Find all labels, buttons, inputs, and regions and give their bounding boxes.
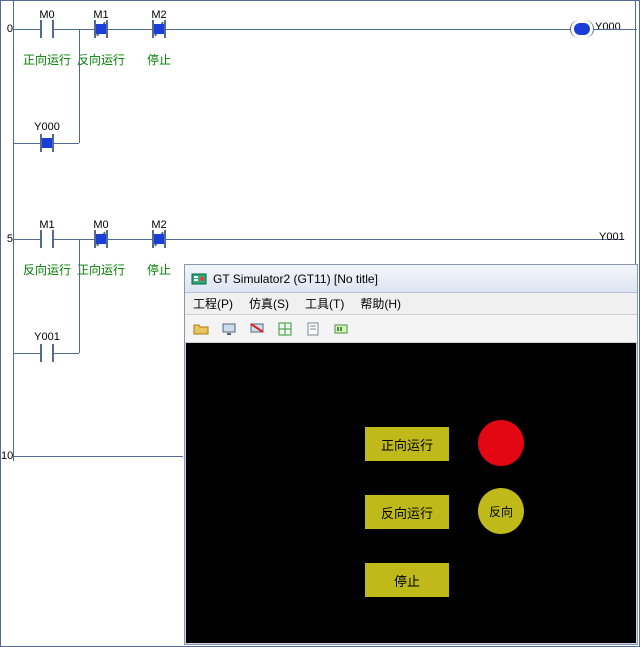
device-label: M0: [39, 9, 54, 21]
device-label: M2: [151, 219, 166, 231]
stop-monitor-icon[interactable]: [247, 319, 267, 339]
coil-label: Y001: [599, 231, 625, 243]
wire: [13, 353, 40, 354]
rung-number: 0: [1, 23, 13, 35]
device-icon[interactable]: [331, 319, 351, 339]
coil-label: Y000: [595, 21, 621, 33]
wire: [79, 29, 80, 143]
contact-no[interactable]: [40, 134, 54, 152]
open-icon[interactable]: [191, 319, 211, 339]
menu-tools[interactable]: 工具(T): [305, 295, 344, 312]
wire: [166, 29, 570, 30]
device-label: M1: [93, 9, 108, 21]
wire: [13, 29, 14, 143]
hmi-forward-button[interactable]: 正向运行: [364, 426, 450, 462]
menubar: 工程(P) 仿真(S) 工具(T) 帮助(H): [185, 293, 637, 315]
contact-no[interactable]: [40, 344, 54, 362]
contact-nc[interactable]: [152, 230, 166, 248]
sheet-icon[interactable]: [303, 319, 323, 339]
comment: 正向运行: [23, 51, 71, 68]
wire: [108, 29, 152, 30]
contact-no[interactable]: [40, 20, 54, 38]
hmi-stop-button[interactable]: 停止: [364, 562, 450, 598]
device-label: M2: [151, 9, 166, 21]
menu-help[interactable]: 帮助(H): [360, 295, 401, 312]
wire: [594, 29, 637, 30]
device-label: M0: [93, 219, 108, 231]
comment: 反向运行: [77, 51, 125, 68]
comment: 停止: [147, 51, 171, 68]
hmi-screen: 正向运行 反向运行 反向 停止: [186, 344, 636, 643]
hmi-forward-lamp: [478, 420, 524, 466]
comment: 停止: [147, 261, 171, 278]
wire: [13, 456, 183, 457]
rung-number: 5: [1, 233, 13, 245]
window-title: GT Simulator2 (GT11) [No title]: [213, 272, 378, 286]
simulator-window: GT Simulator2 (GT11) [No title] 工程(P) 仿真…: [184, 264, 638, 645]
menu-project[interactable]: 工程(P): [193, 295, 233, 312]
contact-nc[interactable]: [152, 20, 166, 38]
wire: [166, 239, 621, 240]
contact-no[interactable]: [40, 230, 54, 248]
contact-nc[interactable]: [94, 20, 108, 38]
toolbar: [185, 315, 637, 343]
contact-nc[interactable]: [94, 230, 108, 248]
wire: [54, 29, 94, 30]
hmi-reverse-lamp: 反向: [478, 488, 524, 534]
wire: [13, 239, 14, 353]
hmi-reverse-button[interactable]: 反向运行: [364, 494, 450, 530]
wire: [108, 239, 152, 240]
wire: [13, 143, 40, 144]
wire: [79, 239, 80, 353]
wire: [54, 353, 79, 354]
grid-icon[interactable]: [275, 319, 295, 339]
monitor-icon[interactable]: [219, 319, 239, 339]
device-label: Y001: [34, 331, 60, 343]
wire: [54, 143, 79, 144]
coil[interactable]: [570, 20, 594, 38]
titlebar[interactable]: GT Simulator2 (GT11) [No title]: [185, 265, 637, 293]
app-icon: [191, 271, 207, 287]
menu-simulate[interactable]: 仿真(S): [249, 295, 289, 312]
wire: [54, 239, 94, 240]
comment: 反向运行: [23, 261, 71, 278]
wire: [13, 239, 40, 240]
comment: 正向运行: [77, 261, 125, 278]
device-label: Y000: [34, 121, 60, 133]
wire: [13, 29, 40, 30]
device-label: M1: [39, 219, 54, 231]
rung-number: 10: [1, 450, 13, 462]
